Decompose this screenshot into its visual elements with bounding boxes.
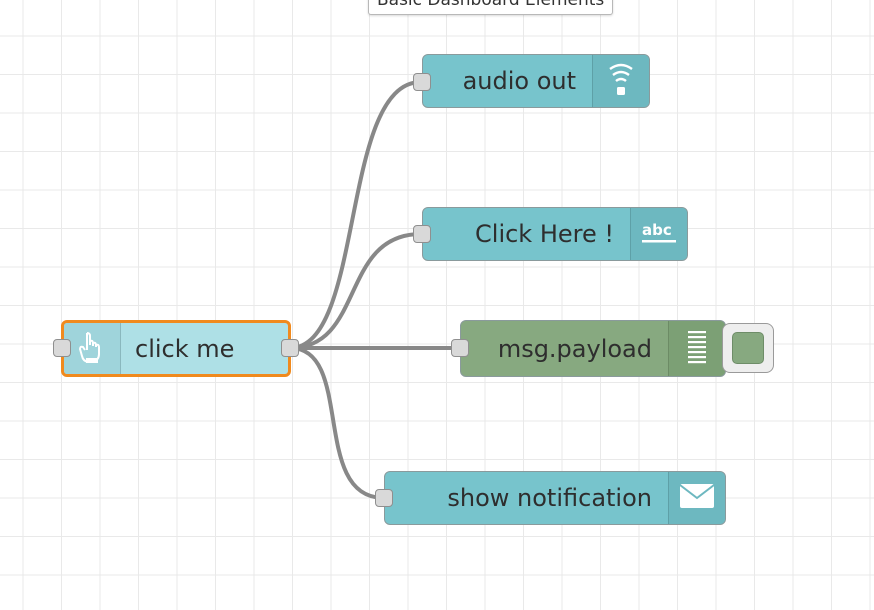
inject-input-port[interactable]: [53, 339, 71, 357]
notification-icon-box: [668, 472, 725, 524]
inject-icon-box[interactable]: [64, 323, 121, 374]
notification-input-port[interactable]: [375, 489, 393, 507]
wire-to-show-notification[interactable]: [288, 346, 386, 500]
debug-node-input-port[interactable]: [451, 339, 469, 357]
debug-list-icon: [686, 329, 708, 369]
envelope-icon: [679, 483, 715, 513]
inject-node-label: click me: [135, 334, 235, 363]
abc-text-icon: abc: [639, 217, 679, 251]
audio-out-input-port[interactable]: [413, 73, 431, 91]
notification-node-label: show notification: [447, 484, 652, 512]
notification-node-show-notification[interactable]: show notification: [384, 471, 726, 525]
inject-output-port[interactable]: [281, 339, 299, 357]
audio-signal-icon: [607, 60, 635, 102]
wire-to-audio-out[interactable]: [288, 80, 423, 350]
debug-toggle-fill: [732, 332, 764, 364]
inject-node-click-me[interactable]: click me: [61, 320, 291, 377]
audio-out-icon-box: [592, 55, 649, 107]
text-node-click-here[interactable]: Click Here ! abc: [422, 207, 688, 261]
flow-canvas[interactable]: Basic Dashboard Elements click me audio …: [0, 0, 874, 610]
text-node-label: Click Here !: [475, 220, 614, 248]
wire-to-click-here[interactable]: [288, 232, 423, 350]
svg-text:abc: abc: [642, 221, 672, 239]
debug-node-label: msg.payload: [497, 334, 652, 363]
text-icon-box: abc: [630, 208, 687, 260]
debug-enable-toggle[interactable]: [722, 323, 774, 373]
audio-out-node[interactable]: audio out: [422, 54, 650, 108]
debug-icon-box: [668, 321, 725, 376]
debug-node-msg-payload[interactable]: msg.payload: [460, 320, 726, 377]
flow-tab-label[interactable]: Basic Dashboard Elements: [368, 0, 614, 15]
hand-pointer-icon: [78, 330, 106, 368]
text-node-input-port[interactable]: [413, 225, 431, 243]
audio-out-label: audio out: [462, 67, 576, 95]
